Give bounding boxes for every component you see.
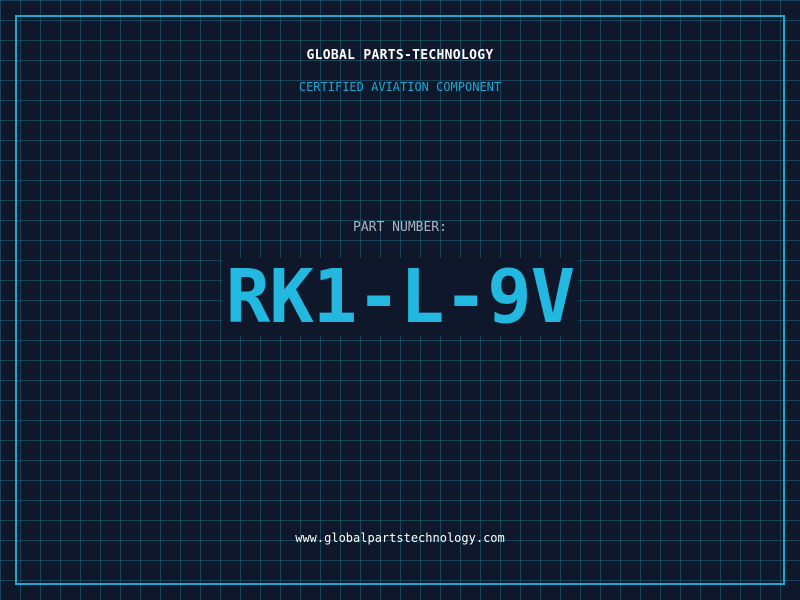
certification-subtitle: CERTIFIED AVIATION COMPONENT bbox=[298, 80, 502, 94]
company-name: GLOBAL PARTS-TECHNOLOGY bbox=[306, 48, 494, 63]
part-number-value: RK1-L-9V bbox=[221, 258, 579, 336]
label-canvas: GLOBAL PARTS-TECHNOLOGY CERTIFIED AVIATI… bbox=[0, 0, 800, 600]
part-number-label: PART NUMBER: bbox=[353, 220, 447, 235]
website-url: www.globalpartstechnology.com bbox=[295, 531, 505, 545]
part-number-container: RK1-L-9V bbox=[0, 258, 800, 336]
